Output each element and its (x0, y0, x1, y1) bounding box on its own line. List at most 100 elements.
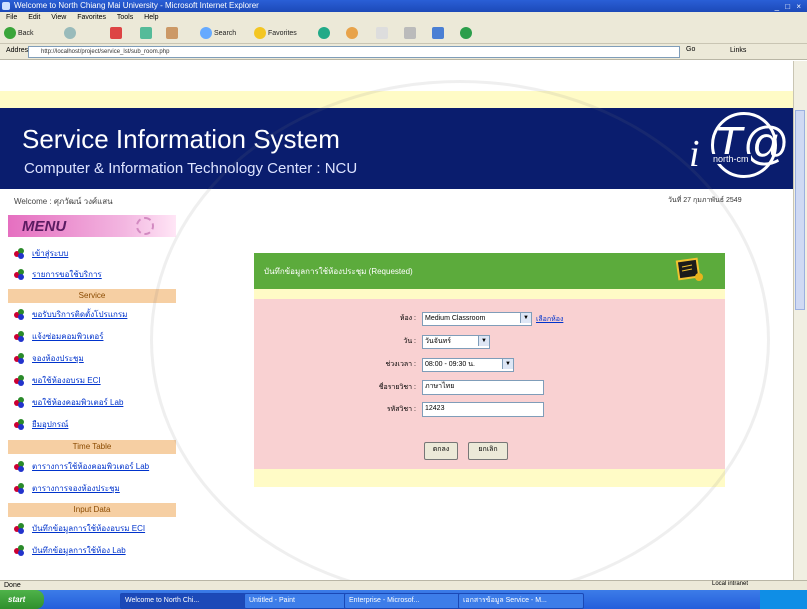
back-arrow-icon (4, 27, 16, 40)
menu-tools[interactable]: Tools (117, 14, 133, 21)
section-input-data: Input Data (8, 503, 176, 517)
print-button[interactable] (404, 27, 418, 41)
sidebar-item-borrow[interactable]: ยืมอุปกรณ์ (8, 416, 176, 432)
menu-help[interactable]: Help (144, 14, 158, 21)
room-label: ห้อง : (399, 315, 416, 322)
code-input[interactable]: 12423 (422, 402, 544, 417)
room-select-link[interactable]: เลือกห้อง (536, 314, 563, 325)
favorites-button[interactable]: Favorites (254, 27, 297, 41)
subject-label: ชื่อรายวิชา : (378, 384, 416, 391)
refresh-button[interactable] (140, 27, 154, 41)
menubar: File Edit View Favorites Tools Help (0, 12, 807, 24)
sidebar-item-eci-input[interactable]: บันทึกข้อมูลการใช้ห้องอบรม ECI (8, 520, 176, 536)
users-icon (14, 269, 24, 280)
menu-file[interactable]: File (6, 14, 17, 21)
forward-button[interactable] (64, 27, 78, 41)
sidebar-item-lab-room[interactable]: ขอใช้ห้องคอมพิวเตอร์ Lab (8, 394, 176, 410)
code-label: รหัสวิชา : (386, 406, 416, 413)
sidebar-item-meeting-room[interactable]: จองห้องประชุม (8, 350, 176, 366)
submit-button[interactable]: ตกลง (424, 442, 458, 460)
go-button[interactable]: Go (686, 46, 695, 53)
sidebar-item-install[interactable]: ขอรับบริการติดตั้งโปรแกรม (8, 306, 176, 322)
home-icon (166, 27, 178, 40)
section-timetable: Time Table (8, 440, 176, 454)
search-icon (200, 27, 212, 40)
status-text: Done (4, 582, 21, 589)
media-button[interactable] (318, 27, 332, 41)
users-icon (14, 545, 24, 556)
it-logo: T@ i north-cm (683, 112, 789, 184)
panel-footer (254, 469, 725, 487)
banner-title: Service Information System (22, 124, 340, 154)
task-paint[interactable]: Untitled - Paint (244, 593, 346, 609)
chevron-down-icon: ▼ (478, 336, 489, 346)
banner-subtitle: Computer & Information Technology Center… (24, 160, 358, 177)
refresh-icon (140, 27, 152, 40)
panel-title: บันทึกข้อมูลการใช้ห้องประชุม (Requested) (264, 267, 413, 276)
sidebar-item-service-list[interactable]: รายการขอใช้บริการ (8, 266, 176, 282)
users-icon (14, 523, 24, 534)
window-titlebar: Welcome to North Chiang Mai University -… (0, 0, 807, 12)
mail-button[interactable] (376, 27, 390, 41)
time-select[interactable]: 08:00 - 09:30 น. ▼ (422, 358, 514, 372)
browser-toolbar: Back Search Favorites (0, 24, 807, 44)
time-label: ช่วงเวลา : (385, 361, 416, 368)
window-controls[interactable]: _ □ × (775, 1, 803, 12)
page-top-strip (0, 91, 807, 108)
history-icon (346, 27, 358, 40)
sidebar-item-eci-room[interactable]: ขอใช้ห้องอบรม ECI (8, 372, 176, 388)
status-zone: Local intranet (712, 581, 749, 587)
messenger-icon (460, 27, 472, 40)
media-icon (318, 27, 330, 40)
start-button[interactable]: start (0, 590, 44, 609)
panel-header: บันทึกข้อมูลการใช้ห้องประชุม (Requested) (254, 253, 725, 289)
sidebar-item-lab-input[interactable]: บันทึกข้อมูลการใช้ห้อง Lab (8, 542, 176, 558)
task-document[interactable]: เอกสารข้อมูล Service - M... (458, 593, 584, 609)
links-button[interactable]: Links (730, 47, 746, 54)
search-button[interactable]: Search (200, 27, 236, 41)
home-button[interactable] (166, 27, 180, 41)
menu-favorites[interactable]: Favorites (77, 14, 106, 21)
sidebar-item-repair[interactable]: แจ้งซ่อมคอมพิวเตอร์ (8, 328, 176, 344)
back-button[interactable]: Back (4, 27, 34, 41)
section-service: Service (8, 289, 176, 303)
history-button[interactable] (346, 27, 360, 41)
forward-arrow-icon (64, 27, 76, 40)
address-input[interactable]: http://localhost/project/service_lst/sub… (28, 46, 680, 58)
day-label: วัน : (403, 338, 416, 345)
users-icon (14, 309, 24, 320)
welcome-text: Welcome : ศุภวัฒน์ วงศ์แสน (14, 197, 113, 206)
task-enterprise[interactable]: Enterprise - Microsof... (344, 593, 460, 609)
users-icon (14, 461, 24, 472)
window-title: Welcome to North Chiang Mai University -… (14, 1, 259, 10)
chevron-down-icon: ▼ (502, 359, 513, 369)
room-select[interactable]: Medium Classroom ▼ (422, 312, 532, 326)
stop-icon (110, 27, 122, 40)
print-icon (404, 27, 416, 40)
sidebar-item-login[interactable]: เข้าสู่ระบบ (8, 245, 176, 261)
users-icon (14, 353, 24, 364)
logo-at: T@ (711, 112, 789, 178)
notebook-icon (674, 257, 704, 283)
users-icon (14, 397, 24, 408)
edit-button[interactable] (432, 27, 446, 41)
stop-button[interactable] (110, 27, 124, 41)
chevron-down-icon: ▼ (520, 313, 531, 323)
logo-tag: north-cm (711, 154, 751, 164)
day-select[interactable]: วันจันทร์ ▼ (422, 335, 490, 349)
task-ie[interactable]: Welcome to North Chi... (120, 593, 246, 609)
scrollbar-thumb[interactable] (795, 110, 805, 310)
users-icon (14, 375, 24, 386)
cancel-button[interactable]: ยกเลิก (468, 442, 508, 460)
sidebar-item-lab-timetable[interactable]: ตารางการใช้ห้องคอมพิวเตอร์ Lab (8, 458, 176, 474)
star-icon (254, 27, 266, 40)
address-bar: Address http://localhost/project/service… (0, 44, 807, 60)
messenger-button[interactable] (460, 27, 474, 41)
subject-input[interactable]: ภาษาไทย (422, 380, 544, 395)
users-icon (14, 419, 24, 430)
menu-view[interactable]: View (51, 14, 66, 21)
menu-edit[interactable]: Edit (28, 14, 40, 21)
gear-icon (136, 217, 154, 235)
sidebar-item-meeting-timetable[interactable]: ตารางการจองห้องประชุม (8, 480, 176, 496)
menu-header: MENU (8, 215, 176, 237)
